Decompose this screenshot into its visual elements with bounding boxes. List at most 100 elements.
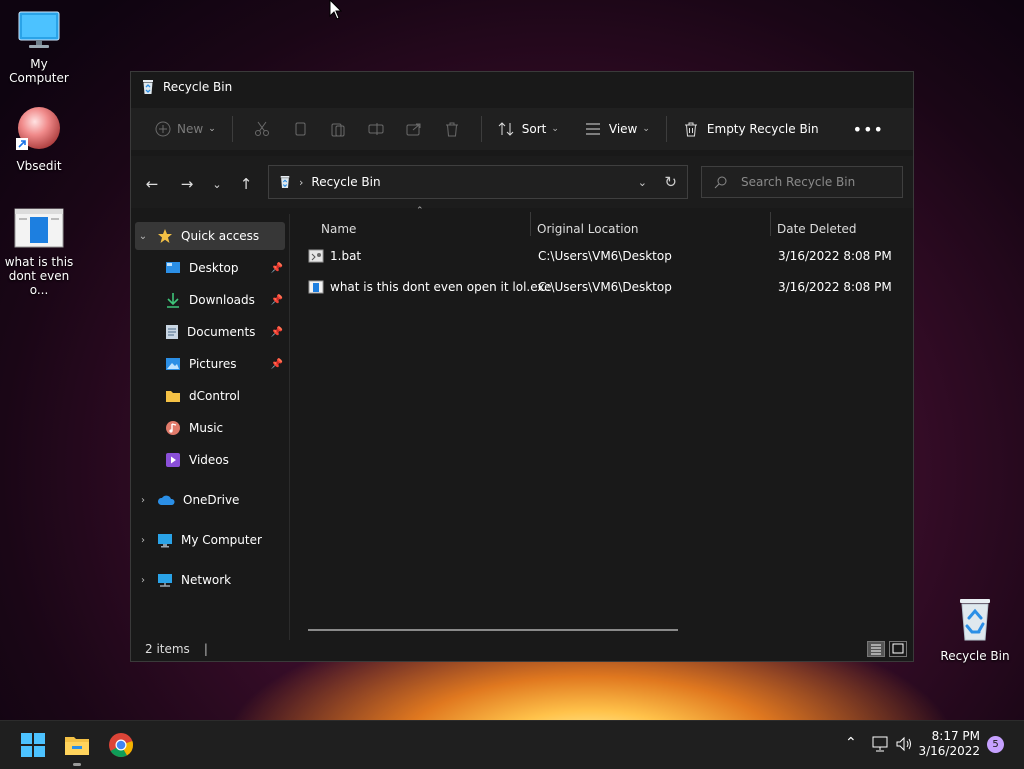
vbsedit-ball-icon <box>16 107 60 150</box>
sidebar-item-dcontrol[interactable]: dControl <box>135 382 285 410</box>
desktop-icon-exe[interactable]: what is this dont even o... <box>0 208 78 297</box>
desktop-folder-icon <box>166 262 180 273</box>
desktop-icon-label: Recycle Bin <box>940 649 1010 663</box>
file-date-cell: 3/16/2022 8:08 PM <box>778 272 892 302</box>
sidebar-item-network[interactable]: › Network <box>135 566 285 594</box>
desktop-icon-vbsedit[interactable]: Vbsedit <box>0 106 78 173</box>
sidebar-item-quick-access[interactable]: ⌄ Quick access <box>135 222 285 250</box>
address-bar[interactable]: › Recycle Bin ⌄ ↻ <box>268 165 688 199</box>
network-icon <box>158 573 172 587</box>
sidebar-item-label: dControl <box>189 389 240 403</box>
tiles-view-icon <box>892 643 904 654</box>
chevron-down-icon: ⌄ <box>642 124 650 134</box>
file-rows: 1.bat C:\Users\VM6\Desktop 3/16/2022 8:0… <box>290 208 913 648</box>
plus-circle-icon <box>155 121 171 137</box>
sort-arrows-icon <box>498 122 514 136</box>
star-icon <box>158 229 172 243</box>
table-row[interactable]: 1.bat C:\Users\VM6\Desktop 3/16/2022 8:0… <box>302 241 902 271</box>
windows-start-icon[interactable] <box>20 732 46 758</box>
sidebar-item-pictures[interactable]: Pictures 📌 <box>135 350 285 378</box>
sidebar-item-onedrive[interactable]: › OneDrive <box>135 486 285 514</box>
file-date-cell: 3/16/2022 8:08 PM <box>778 241 892 271</box>
arrow-up-icon: ↑ <box>239 175 253 193</box>
tiles-view-button[interactable] <box>889 641 907 657</box>
details-view-icon <box>871 644 881 655</box>
chevron-down-icon: ⌄ <box>551 124 559 134</box>
view-label: View <box>608 122 638 136</box>
chevron-right-icon: › <box>141 534 145 546</box>
sidebar-item-documents[interactable]: Documents 📌 <box>135 318 285 346</box>
file-name: 1.bat <box>330 249 362 263</box>
clock-time: 8:17 PM <box>931 729 980 743</box>
sidebar-item-downloads[interactable]: Downloads 📌 <box>135 286 285 314</box>
command-bar: New ⌄ Sort ⌄ View ⌄ Empty Recycle Bin ••… <box>131 108 913 150</box>
chrome-icon[interactable] <box>108 732 134 758</box>
more-options-button[interactable]: ••• <box>847 113 890 145</box>
taskbar-clock[interactable]: 8:17 PM 3/16/2022 <box>918 729 980 759</box>
picture-icon <box>166 358 180 370</box>
desktop-icon-recycle-bin[interactable]: Recycle Bin <box>936 596 1014 663</box>
file-date: 3/16/2022 8:08 PM <box>778 249 892 263</box>
toolbar-separator <box>231 116 233 142</box>
paste-icon[interactable] <box>327 118 349 140</box>
sidebar-item-my-computer[interactable]: › My Computer <box>135 526 285 554</box>
window-title: Recycle Bin <box>163 80 233 94</box>
delete-icon[interactable] <box>441 118 463 140</box>
address-dropdown-icon[interactable]: ⌄ <box>638 176 647 189</box>
new-label: New <box>177 122 204 136</box>
sidebar-item-label: OneDrive <box>183 493 240 507</box>
desktop-icon-label-line1: what is this <box>4 255 74 269</box>
sidebar-item-videos[interactable]: Videos <box>135 446 285 474</box>
sidebar-item-music[interactable]: Music <box>135 414 285 442</box>
empty-recycle-bin-label: Empty Recycle Bin <box>706 122 819 136</box>
file-name-cell: what is this dont even open it lol.exe <box>308 272 552 302</box>
sidebar-item-label: Music <box>189 421 224 435</box>
toolbar-separator <box>480 116 482 142</box>
breadcrumb[interactable]: Recycle Bin <box>311 175 380 189</box>
file-explorer-icon[interactable] <box>64 732 90 758</box>
sidebar-item-desktop[interactable]: Desktop 📌 <box>135 254 285 282</box>
sidebar-item-label: Quick access <box>181 229 260 243</box>
monitor-icon <box>158 533 172 547</box>
mouse-cursor-icon <box>329 0 342 20</box>
pin-icon: 📌 <box>270 262 283 274</box>
sidebar-item-label: My Computer <box>181 533 262 547</box>
rename-icon[interactable] <box>365 118 387 140</box>
volume-icon[interactable] <box>895 736 913 752</box>
show-hidden-icons-chevron-icon[interactable]: ⌃ <box>845 735 857 751</box>
navigation-pane: ⌄ Quick access Desktop 📌 Downloads 📌 Doc… <box>131 214 289 640</box>
table-row[interactable]: what is this dont even open it lol.exe C… <box>302 272 902 302</box>
recent-locations-button[interactable]: ⌄ <box>207 174 227 194</box>
empty-recycle-bin-button[interactable]: Empty Recycle Bin <box>677 113 825 145</box>
up-button[interactable]: ↑ <box>236 174 256 194</box>
forward-button[interactable]: → <box>177 174 197 194</box>
horizontal-scrollbar[interactable] <box>308 629 678 631</box>
sidebar-item-label: Documents <box>187 325 256 339</box>
sidebar-item-label: Pictures <box>189 357 237 371</box>
chevron-right-icon: › <box>141 574 145 586</box>
recycle-bin-small-icon <box>143 80 153 94</box>
details-view-button[interactable] <box>867 641 885 657</box>
refresh-icon[interactable]: ↻ <box>664 173 677 191</box>
file-location-cell: C:\Users\VM6\Desktop <box>538 241 672 271</box>
window-titlebar[interactable]: Recycle Bin <box>131 72 913 102</box>
recycle-bin-icon <box>960 599 990 641</box>
file-location-cell: C:\Users\VM6\Desktop <box>538 272 672 302</box>
copy-icon[interactable] <box>289 118 311 140</box>
chevron-right-icon: › <box>141 494 145 506</box>
share-icon[interactable] <box>403 118 425 140</box>
notification-badge[interactable]: 5 <box>987 736 1004 753</box>
pin-icon: 📌 <box>270 294 283 306</box>
file-date: 3/16/2022 8:08 PM <box>778 280 892 294</box>
view-button[interactable]: View ⌄ <box>579 113 656 145</box>
toolbar-separator <box>665 116 667 142</box>
search-input[interactable]: Search Recycle Bin <box>701 166 903 198</box>
status-bar: 2 items | <box>131 637 913 661</box>
new-button[interactable]: New ⌄ <box>149 113 222 145</box>
cut-icon[interactable] <box>251 118 273 140</box>
sort-button[interactable]: Sort ⌄ <box>492 113 565 145</box>
back-button[interactable]: ← <box>142 174 162 194</box>
status-divider: | <box>203 642 208 656</box>
network-status-icon[interactable] <box>871 736 889 752</box>
desktop-icon-my-computer[interactable]: My Computer <box>0 10 78 85</box>
